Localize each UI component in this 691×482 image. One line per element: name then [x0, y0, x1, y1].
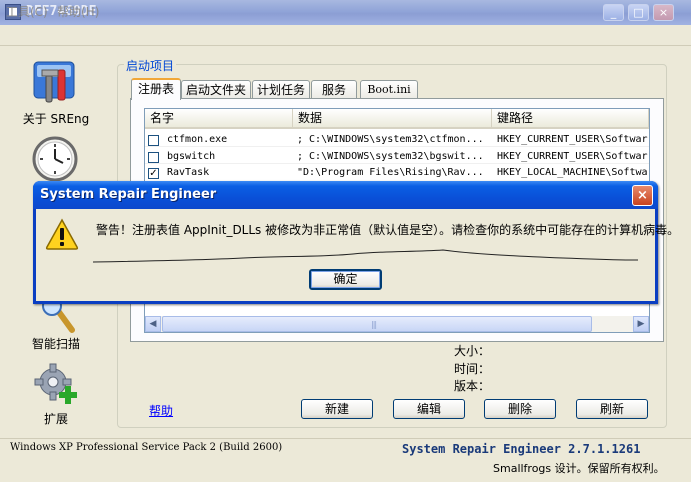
dialog-title: System Repair Engineer — [40, 187, 217, 202]
new-button[interactable]: 新建 — [301, 399, 373, 419]
nav-smart-scan-label[interactable]: 智能扫描 — [22, 335, 90, 352]
status-product: System Repair Engineer 2.7.1.1261 — [402, 442, 641, 456]
dialog-close-button[interactable]: × — [632, 185, 653, 206]
ok-button[interactable]: 确定 — [309, 269, 382, 290]
tab-services[interactable]: 服务 — [311, 80, 357, 98]
warning-icon — [45, 218, 79, 250]
row-name: RavTask — [167, 167, 210, 178]
minimize-button[interactable]: _ — [603, 4, 624, 21]
scroll-right-icon[interactable]: ▶ — [633, 316, 649, 332]
row-checkbox[interactable] — [148, 135, 159, 146]
dialog-separator — [92, 248, 639, 266]
row-checkbox[interactable] — [148, 152, 159, 163]
row-data: ; C:\WINDOWS\system32\ctfmon... — [297, 134, 484, 145]
row-name: ctfmon.exe — [167, 134, 228, 145]
status-copyright: Smallfrogs 设计。保留所有权利。 — [493, 462, 665, 475]
row-data: "D:\Program Files\Rising\Rav... — [297, 167, 484, 178]
tab-startup-folder[interactable]: 启动文件夹 — [181, 80, 251, 98]
delete-button[interactable]: 删除 — [484, 399, 556, 419]
row-path: HKEY_CURRENT_USER\Softwar — [497, 151, 648, 162]
tools-icon[interactable] — [32, 58, 80, 106]
row-path: HKEY_CURRENT_USER\Softwar — [497, 134, 648, 145]
group-title: 启动项目 — [124, 57, 177, 74]
scroll-left-icon[interactable]: ◀ — [145, 316, 161, 332]
nav-about-label[interactable]: 关于 SREng — [18, 110, 94, 127]
close-button[interactable]: × — [653, 4, 674, 21]
help-link[interactable]: 帮助 — [149, 402, 173, 419]
magnifier-icon[interactable] — [42, 296, 78, 334]
row-data: ; C:\WINDOWS\system32\bgswit... — [297, 151, 484, 162]
tab-registry[interactable]: 注册表 — [131, 78, 181, 100]
row-name: bgswitch — [167, 151, 216, 162]
menu-bar — [0, 25, 691, 46]
menu-help[interactable]: 帮助(H) — [57, 3, 99, 20]
status-divider — [0, 438, 691, 439]
refresh-button[interactable]: 刷新 — [576, 399, 648, 419]
time-label: 时间： — [454, 362, 491, 376]
column-header-data[interactable]: 数据 — [293, 109, 492, 129]
column-header-name[interactable]: 名字 — [145, 109, 293, 129]
window-titlebar[interactable] — [0, 0, 691, 25]
maximize-button[interactable]: □ — [628, 4, 649, 21]
dialog-message: 警告！注册表值 AppInit_DLLs 被修改为非正常值（默认值是空）。请检查… — [96, 223, 680, 237]
row-checkbox-checked[interactable]: ✓ — [148, 168, 159, 179]
gear-plus-icon[interactable] — [33, 362, 81, 408]
status-os-version: Windows XP Professional Service Pack 2 (… — [10, 442, 283, 453]
version-label: 版本： — [454, 379, 491, 393]
size-label: 大小： — [454, 344, 491, 358]
clock-icon[interactable] — [31, 135, 79, 183]
tab-boot-ini[interactable]: Boot.ini — [360, 80, 418, 98]
menu-tools[interactable]: 工具(C) — [6, 3, 48, 20]
scroll-thumb[interactable]: ||| — [162, 316, 592, 332]
row-path: HKEY_LOCAL_MACHINE\Softwa — [497, 167, 648, 178]
tab-scheduled-tasks[interactable]: 计划任务 — [252, 80, 310, 98]
column-header-path[interactable]: 键路径 — [492, 109, 649, 129]
edit-button[interactable]: 编辑 — [393, 399, 465, 419]
nav-extend-label[interactable]: 扩展 — [26, 410, 86, 427]
